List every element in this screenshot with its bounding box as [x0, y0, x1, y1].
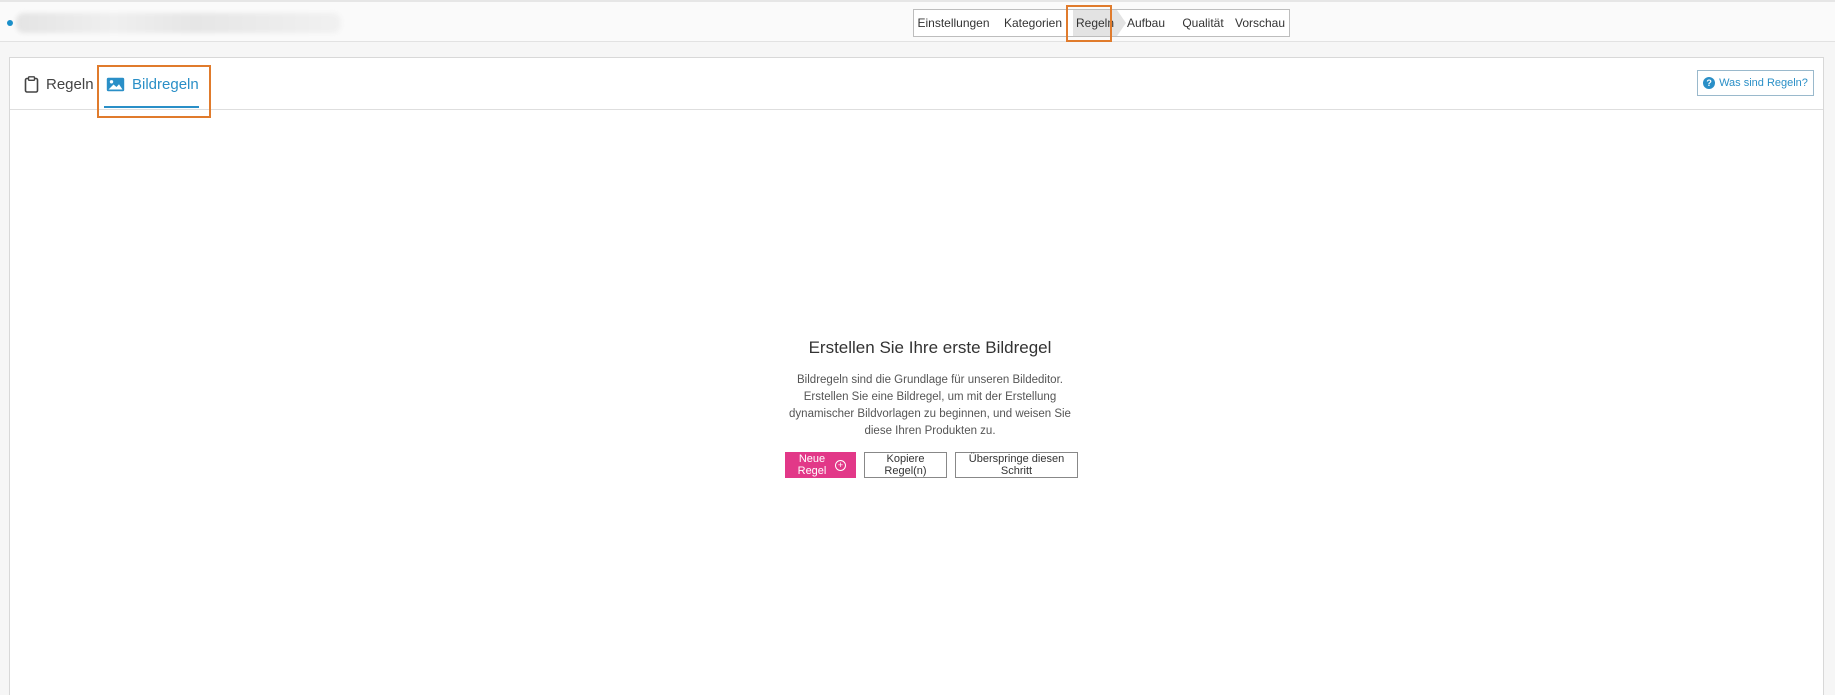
rules-tabs: Regeln Bildregeln ? Was sind Regeln?	[10, 58, 1823, 118]
tab-regeln-label: Regeln	[46, 75, 94, 93]
step-kategorien[interactable]: Kategorien	[993, 10, 1073, 36]
tab-bildregeln[interactable]: Bildregeln	[106, 58, 199, 110]
empty-state-actions: Neue Regel + Kopiere Regel(n) Überspring…	[733, 452, 1130, 478]
tab-bildregeln-label: Bildregeln	[132, 75, 199, 93]
empty-state-description: Bildregeln sind die Grundlage für unsere…	[789, 374, 1071, 437]
empty-state: Erstellen Sie Ihre erste Bildregel Bildr…	[730, 338, 1130, 478]
help-icon: ?	[1703, 77, 1716, 89]
new-rule-label: Neue Regel	[797, 453, 827, 477]
new-rule-button[interactable]: Neue Regel +	[785, 452, 856, 478]
help-button-label: Was sind Regeln?	[1719, 77, 1808, 89]
empty-state-title: Erstellen Sie Ihre erste Bildregel	[808, 338, 1052, 357]
step-einstellungen[interactable]: Einstellungen	[914, 10, 993, 36]
copy-rules-label: Kopiere Regel(n)	[884, 453, 927, 477]
what-are-rules-button[interactable]: ? Was sind Regeln?	[1697, 70, 1814, 96]
skip-step-label: Überspringe diesen Schritt	[968, 453, 1065, 477]
step-regeln[interactable]: Regeln	[1073, 10, 1126, 36]
image-icon	[106, 77, 125, 91]
clipboard-icon	[24, 75, 39, 93]
rules-panel: Regeln Bildregeln ? Was sind Regeln? Ers…	[9, 57, 1824, 695]
status-dot-icon	[7, 20, 13, 26]
top-bar: Einstellungen Kategorien Regeln Aufbau Q…	[0, 0, 1835, 42]
skip-step-button[interactable]: Überspringe diesen Schritt	[955, 452, 1078, 478]
redacted-title	[16, 13, 341, 33]
copy-rules-button[interactable]: Kopiere Regel(n)	[864, 452, 947, 478]
step-qualitaet[interactable]: Qualität	[1175, 10, 1231, 36]
step-vorschau[interactable]: Vorschau	[1231, 10, 1289, 36]
active-tab-indicator	[104, 106, 199, 108]
plus-circle-icon: +	[835, 459, 846, 471]
step-navigation: Einstellungen Kategorien Regeln Aufbau Q…	[913, 9, 1290, 37]
tab-regeln[interactable]: Regeln	[24, 58, 94, 110]
